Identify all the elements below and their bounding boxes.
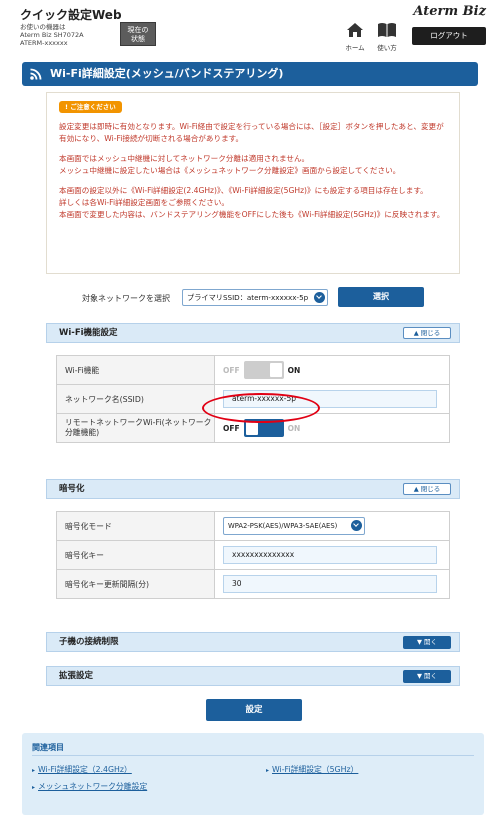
page-title: Wi-Fi詳細設定(メッシュ/バンドステアリング) [50,67,284,80]
status-line2: 状態 [131,35,145,43]
encryption-key-input[interactable]: xxxxxxxxxxxxxx [223,546,437,564]
notice-text: メッシュ中継機に設定したい場合は《メッシュネットワーク分離設定》画面から設定して… [59,166,401,175]
chevron-down-icon [314,292,325,303]
row-label: 暗号化モード [56,511,215,541]
toggle-on-label: ON [287,423,301,433]
collapse-button[interactable]: ▲ 閉じる [403,327,451,339]
select-button[interactable]: 選択 [338,287,424,307]
encryption-mode-value: WPA2-PSK(AES)/WPA3-SAE(AES) [228,522,338,530]
notice-box: ! ご注意ください 設定変更は即時に有効となります。Wi-Fi経由で設定を行って… [46,92,460,274]
link-mesh-separation[interactable]: ▸ メッシュネットワーク分離設定 [32,781,147,792]
section-title: Wi-Fi機能設定 [59,328,118,338]
notice-text: 本画面で変更した内容は、バンドステアリング機能をOFFにした後も《Wi-Fi詳細… [59,210,445,219]
row-label: ネットワーク名(SSID) [56,384,215,414]
related-title: 関連項目 [32,743,64,752]
toggle-off-label: OFF [223,365,240,375]
device-info: お使いの機器は Aterm Biz SH7072A ATERM-xxxxxx [20,23,84,47]
network-select[interactable]: プライマリSSID：aterm-xxxxxx-5p [182,289,328,306]
table-row: 暗号化キー更新間隔(分) 30 [56,569,450,599]
wifi-function-toggle[interactable]: OFF ON [223,361,300,379]
current-status-button[interactable]: 現在の 状態 [120,22,156,46]
link-text: メッシュネットワーク分離設定 [38,782,148,791]
key-interval-input[interactable]: 30 [223,575,437,593]
app-title: クイック設定Web [20,8,122,22]
link-wifi-24ghz[interactable]: ▸ Wi-Fi詳細設定（2.4GHz） [32,764,132,775]
table-row: 暗号化キー xxxxxxxxxxxxxx [56,540,450,570]
arrow-right-icon: ▸ [266,767,270,774]
row-label: 暗号化キー [56,540,215,570]
table-row: Wi-Fi機能 OFF ON [56,355,450,385]
section-title: 暗号化 [59,484,85,494]
collapse-button[interactable]: ▲ 閉じる [403,483,451,495]
notice-badge: ! ご注意ください [59,101,122,113]
link-wifi-5ghz[interactable]: ▸ Wi-Fi詳細設定（5GHz） [266,764,358,775]
highlight-ellipse [202,393,320,423]
chevron-down-icon [351,520,362,531]
toggle-on-label: ON [287,365,301,375]
home-icon [347,23,363,37]
notice-text: 本画面の設定以外に《Wi-Fi詳細設定(2.4GHz)》、《Wi-Fi詳細設定(… [59,186,428,195]
link-text: Wi-Fi詳細設定（5GHz） [272,765,359,774]
toggle-off-label: OFF [223,423,240,433]
arrow-right-icon: ▸ [32,767,36,774]
expand-button[interactable]: ▼ 開く [403,636,451,649]
submit-button[interactable]: 設定 [206,699,302,721]
usage-label: 使い方 [377,44,397,52]
link-text: Wi-Fi詳細設定（2.4GHz） [38,765,132,774]
notice-text: 設定変更は即時に有効となります。Wi-Fi経由で設定を行っている場合には、［設定… [59,122,444,143]
encryption-settings-table: 暗号化モード WPA2-PSK(AES)/WPA3-SAE(AES) 暗号化キー… [56,511,450,599]
notice-text: 詳しくは各Wi-Fi詳細設定画面をご参照ください。 [59,198,229,207]
arrow-right-icon: ▸ [32,784,36,791]
brand-logo: Aterm Biz [413,4,486,19]
notice-text: 本画面ではメッシュ中継機に対してネットワーク分離は適用されません。 [59,154,310,163]
network-select-label: 対象ネットワークを選択 [82,294,170,303]
book-icon [378,23,396,37]
network-select-value: プライマリSSID：aterm-xxxxxx-5p [187,293,309,302]
home-button[interactable]: ホーム [340,22,370,52]
expand-button[interactable]: ▼ 開く [403,670,451,683]
row-label: Wi-Fi機能 [56,355,215,385]
device-model: Aterm Biz SH7072A [20,31,84,39]
wifi-section-header[interactable]: Wi-Fi機能設定 ▲ 閉じる [46,323,460,343]
wifi-icon [30,68,42,80]
row-label: 暗号化キー更新間隔(分) [56,569,215,599]
table-row: 暗号化モード WPA2-PSK(AES)/WPA3-SAE(AES) [56,511,450,541]
page-title-bar: Wi-Fi詳細設定(メッシュ/バンドステアリング) [22,62,478,86]
client-limit-section-header[interactable]: 子機の接続制限 ▼ 開く [46,632,460,652]
row-label: リモートネットワークWi-Fi(ネットワーク分離機能) [56,413,215,443]
divider [32,755,474,756]
encryption-mode-select[interactable]: WPA2-PSK(AES)/WPA3-SAE(AES) [223,517,365,535]
encryption-section-header[interactable]: 暗号化 ▲ 閉じる [46,479,460,499]
usage-button[interactable]: 使い方 [372,22,402,52]
device-id: ATERM-xxxxxx [20,39,68,47]
header: クイック設定Web お使いの機器は Aterm Biz SH7072A ATER… [0,0,500,56]
home-label: ホーム [345,44,365,52]
status-line1: 現在の [127,26,149,34]
section-title: 子機の接続制限 [59,637,119,647]
section-title: 拡張設定 [59,671,94,681]
related-links: 関連項目 ▸ Wi-Fi詳細設定（2.4GHz） ▸ Wi-Fi詳細設定（5GHz）… [22,733,484,815]
logout-button[interactable]: ログアウト [412,27,486,45]
device-line: お使いの機器は [20,23,66,31]
extended-section-header[interactable]: 拡張設定 ▼ 開く [46,666,460,686]
